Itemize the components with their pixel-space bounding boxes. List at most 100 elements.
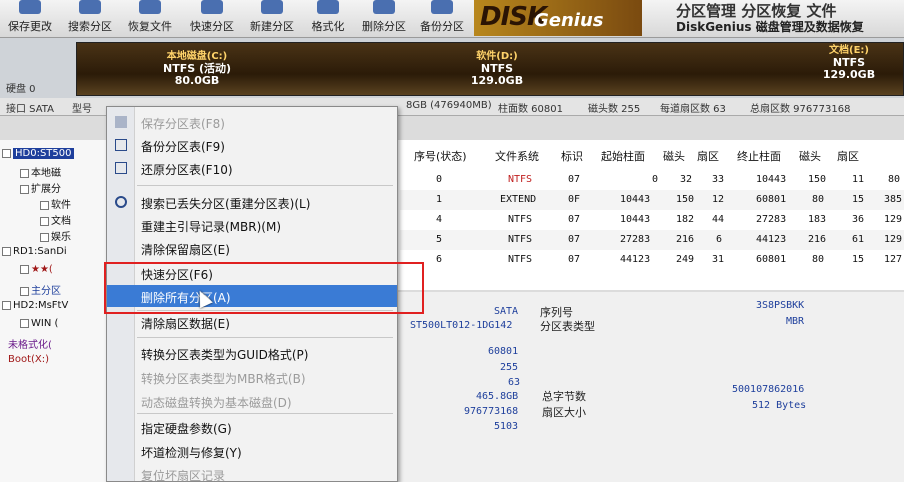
tree-item-primary[interactable]: 主分区	[20, 282, 61, 298]
tree-item-rd1[interactable]: RD1:SanDi	[2, 246, 67, 262]
heads-info: 磁头数 255	[588, 104, 641, 115]
table-row[interactable]: 6 NTFS 07 44123 249 31 60801 80 15 127	[400, 250, 904, 270]
expand-icon[interactable]	[20, 264, 29, 274]
menu-item-restore-partition-table[interactable]: 还原分区表(F10)	[107, 157, 397, 179]
collapse-icon[interactable]	[2, 246, 11, 256]
logo-subtext: Genius	[534, 10, 604, 31]
table-row[interactable]: 1 EXTEND 0F 10443 150 12 60801 80 15 385	[400, 190, 904, 210]
menu-separator	[137, 337, 393, 338]
partition-d[interactable]: 软件(D:) NTFS 129.0GB	[437, 51, 557, 87]
menu-item-dynamic-to-basic[interactable]: 动态磁盘转换为基本磁盘(D)	[107, 390, 397, 412]
detail-partition-table-label: 分区表类型	[540, 320, 595, 333]
detail-total-sectors: 976773168	[464, 406, 519, 417]
backup-table-icon	[115, 139, 127, 151]
new-partition-button[interactable]: 新建分区	[242, 0, 302, 38]
tree-item-entertainment[interactable]: 娱乐	[40, 228, 71, 244]
partition-c[interactable]: 本地磁盘(C:) NTFS (活动) 80.0GB	[117, 51, 277, 87]
quick-partition-button[interactable]: 快速分区	[182, 0, 242, 38]
detail-serial: 3S8PSBKK	[756, 300, 805, 311]
expand-icon[interactable]	[20, 168, 29, 178]
menu-item-backup-partition-table[interactable]: 备份分区表(F9)	[107, 134, 397, 156]
menu-separator	[137, 413, 393, 414]
menu-item-search-lost-partitions[interactable]: 搜索已丢失分区(重建分区表)(L)	[107, 191, 397, 213]
delete-partition-button[interactable]: 删除分区	[354, 0, 414, 38]
backup-partition-button[interactable]: 备份分区	[412, 0, 472, 38]
format-button[interactable]: 格式化	[298, 0, 358, 38]
partition-c-size: 80.0GB	[174, 74, 220, 87]
diskgenius-logo: DISK Genius	[474, 0, 642, 36]
detail-interface: SATA	[494, 306, 519, 317]
menu-item-rebuild-mbr[interactable]: 重建主引导记录(MBR)(M)	[107, 214, 397, 236]
detail-model: ST500LT012-1DG142	[410, 320, 513, 331]
menu-item-save-partition-table[interactable]: 保存分区表(F8)	[107, 111, 397, 133]
menu-item-bad-sector-check[interactable]: 坏道检测与修复(Y)	[107, 440, 397, 462]
tree-item-win[interactable]: WIN (	[20, 318, 58, 334]
menu-item-reset-bad-sector-record[interactable]: 复位坏扇区记录	[107, 463, 397, 482]
format-label: 格式化	[311, 20, 345, 33]
model-info: 型号	[72, 104, 92, 115]
partition-e-size: 129.0GB	[822, 68, 876, 81]
detail-extra-value: 5103	[494, 421, 519, 432]
sectors-info: 每道扇区数 63	[660, 104, 726, 115]
cylinders-info: 柱面数 60801	[498, 104, 563, 115]
disk-tree: HD0:ST500 本地磁 扩展分 软件 文档 娱乐 RD1:SanDi ★★(…	[0, 140, 112, 482]
menu-item-clear-sector-data[interactable]: 清除扇区数据(E)	[107, 311, 397, 333]
tree-item-unformatted[interactable]: 未格式化(	[8, 336, 52, 352]
col-end-cyl: 终止柱面	[737, 150, 781, 163]
menu-item-clear-reserved-sectors[interactable]: 清除保留扇区(E)	[107, 237, 397, 259]
detail-total-bytes: 500107862016	[732, 384, 805, 395]
save-changes-label: 保存更改	[8, 20, 52, 33]
tree-item-stars[interactable]: ★★(	[20, 264, 53, 280]
menu-item-convert-to-mbr[interactable]: 转换分区表类型为MBR格式(B)	[107, 366, 397, 388]
table-row[interactable]: 4 NTFS 07 10443 182 44 27283 183 36 129	[400, 210, 904, 230]
partition-bar[interactable]: 本地磁盘(C:) NTFS (活动) 80.0GB 软件(D:) NTFS 12…	[76, 42, 904, 96]
col-id: 标识	[561, 150, 583, 163]
detail-sector-size: 512 Bytes	[752, 400, 807, 411]
menu-item-specify-disk-params[interactable]: 指定硬盘参数(G)	[107, 416, 397, 438]
recover-file-button[interactable]: 恢复文件	[120, 0, 180, 38]
tree-item-boot[interactable]: Boot(X:)	[8, 354, 49, 370]
tree-item-hd2[interactable]: HD2:MsFtV	[2, 300, 68, 316]
detail-sector-size-label: 扇区大小	[542, 406, 586, 419]
capacity-info: 8GB (476940MB)	[406, 100, 492, 111]
detail-sectors: 63	[508, 377, 521, 388]
col-filesystem: 文件系统	[495, 150, 539, 163]
restore-table-icon	[115, 162, 127, 174]
save-table-icon	[115, 116, 127, 128]
backup-partition-icon	[431, 0, 453, 14]
recover-file-icon	[139, 0, 161, 14]
col-end-head: 磁头	[799, 150, 821, 163]
expand-icon[interactable]	[40, 200, 49, 210]
table-row[interactable]: 5 NTFS 07 27283 216 6 44123 216 61 129	[400, 230, 904, 250]
save-changes-button[interactable]: 保存更改	[0, 0, 60, 38]
partition-d-size: 129.0GB	[470, 74, 524, 87]
quick-partition-icon	[201, 0, 223, 14]
search-partition-button[interactable]: 搜索分区	[60, 0, 120, 38]
save-icon	[19, 0, 41, 14]
tree-item-extended[interactable]: 扩展分	[20, 180, 61, 196]
detail-capacity: 465.8GB	[476, 391, 519, 402]
col-start-sector: 扇区	[697, 150, 719, 163]
new-partition-label: 新建分区	[250, 20, 294, 33]
tree-item-hd0[interactable]: HD0:ST500	[2, 148, 74, 164]
col-start-head: 磁头	[663, 150, 685, 163]
col-end-sector: 扇区	[837, 150, 859, 163]
expand-icon[interactable]	[2, 148, 11, 158]
expand-icon[interactable]	[20, 318, 29, 328]
total-sectors-info: 总扇区数 976773168	[750, 104, 851, 115]
expand-icon[interactable]	[20, 286, 29, 296]
collapse-icon[interactable]	[2, 300, 11, 310]
search-partition-label: 搜索分区	[68, 20, 112, 33]
expand-icon[interactable]	[40, 216, 49, 226]
delete-partition-label: 删除分区	[362, 20, 406, 33]
delete-partition-icon	[373, 0, 395, 14]
expand-icon[interactable]	[40, 232, 49, 242]
tree-item-documents[interactable]: 文档	[40, 212, 71, 228]
collapse-icon[interactable]	[20, 184, 29, 194]
tree-item-software[interactable]: 软件	[40, 196, 71, 212]
table-row[interactable]: 0 NTFS 07 0 32 33 10443 150 11 80	[400, 170, 904, 190]
tree-item-local-disk[interactable]: 本地磁	[20, 164, 61, 180]
detail-partition-table: MBR	[786, 316, 805, 327]
menu-item-convert-to-gpt[interactable]: 转换分区表类型为GUID格式(P)	[107, 342, 397, 364]
partition-e[interactable]: 文档(E:) NTFS 129.0GB	[797, 45, 901, 81]
